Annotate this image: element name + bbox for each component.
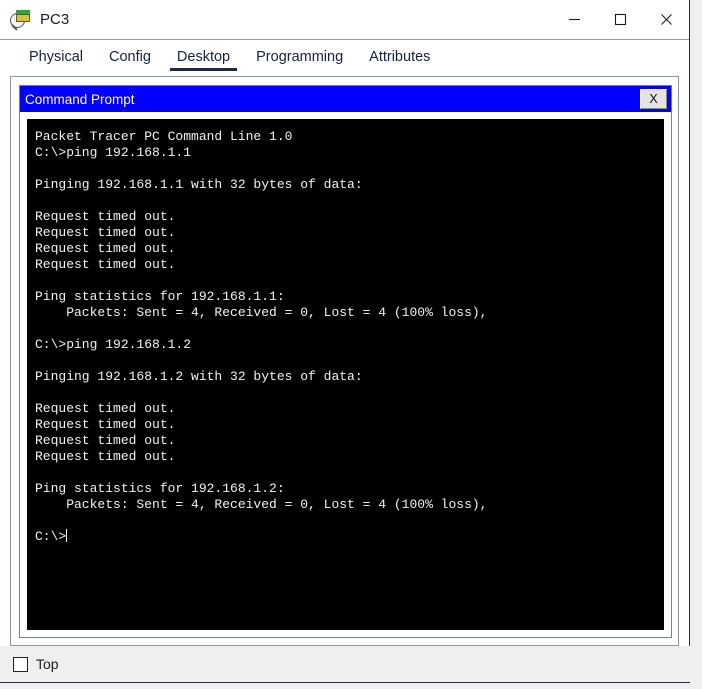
screenshot-root: PC3 Physical Config Desktop Programming … (0, 0, 702, 689)
window-bottom-bar: Top (0, 646, 690, 682)
close-icon (660, 14, 672, 25)
command-prompt-close-button[interactable]: X (640, 89, 667, 109)
device-window: PC3 Physical Config Desktop Programming … (0, 0, 690, 683)
terminal-output: Packet Tracer PC Command Line 1.0 C:\>pi… (27, 119, 664, 545)
tab-programming[interactable]: Programming (243, 45, 356, 73)
window-titlebar: PC3 (0, 0, 689, 40)
window-title: PC3 (40, 11, 70, 28)
top-checkbox[interactable] (13, 656, 28, 672)
tab-physical[interactable]: Physical (16, 45, 96, 73)
packet-tracer-icon (10, 9, 32, 31)
command-prompt-window: Command Prompt X Packet Tracer PC Comman… (19, 85, 672, 638)
tabstrip-wrapper: Physical Config Desktop Programming Attr… (0, 40, 689, 73)
tabstrip: Physical Config Desktop Programming Attr… (0, 40, 689, 73)
tab-attributes[interactable]: Attributes (356, 45, 443, 73)
terminal-area[interactable]: Packet Tracer PC Command Line 1.0 C:\>pi… (27, 119, 664, 630)
maximize-button[interactable] (597, 0, 643, 39)
close-button[interactable] (643, 0, 689, 39)
terminal-output-text: Packet Tracer PC Command Line 1.0 C:\>pi… (35, 129, 488, 544)
minimize-button[interactable] (551, 0, 597, 39)
command-prompt-titlebar: Command Prompt X (20, 86, 671, 112)
top-checkbox-row[interactable]: Top (13, 656, 59, 672)
tab-config[interactable]: Config (96, 45, 164, 73)
maximize-icon (614, 13, 626, 26)
top-checkbox-label: Top (36, 656, 59, 672)
tab-desktop[interactable]: Desktop (164, 45, 243, 73)
terminal-caret (66, 529, 68, 542)
command-prompt-title: Command Prompt (25, 91, 135, 107)
minimize-icon (568, 18, 580, 21)
desktop-panel: Command Prompt X Packet Tracer PC Comman… (10, 76, 679, 646)
window-controls (551, 0, 689, 39)
